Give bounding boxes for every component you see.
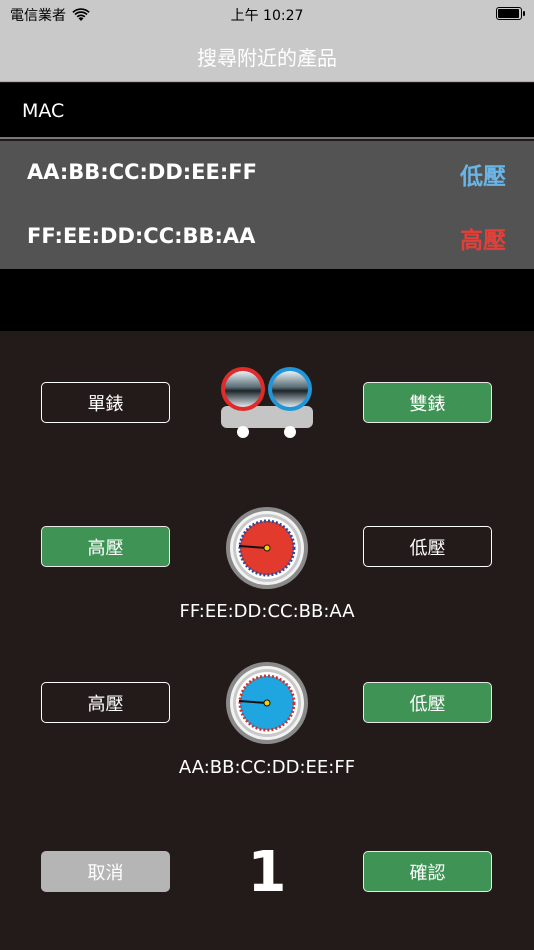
gauge-low-low-button[interactable]: 低壓 — [363, 682, 492, 723]
dual-meter-button[interactable]: 雙錶 — [363, 382, 492, 423]
page-title: 搜尋附近的產品 — [197, 46, 337, 70]
device-mac: FF:EE:DD:CC:BB:AA — [27, 224, 256, 248]
device-list[interactable]: AA:BB:CC:DD:EE:FF 低壓 FF:EE:DD:CC:BB:AA 高… — [0, 141, 534, 269]
single-meter-button[interactable]: 單錶 — [41, 382, 170, 423]
gauge-low-high-button[interactable]: 高壓 — [41, 682, 170, 723]
gauge-high-high-button[interactable]: 高壓 — [41, 526, 170, 567]
manifold-gauge-icon — [218, 362, 316, 446]
confirm-button[interactable]: 確認 — [363, 851, 492, 892]
device-mac: AA:BB:CC:DD:EE:FF — [27, 160, 257, 184]
navigation-bar: 搜尋附近的產品 — [0, 28, 534, 82]
battery-icon — [496, 7, 525, 20]
high-pressure-gauge-icon — [225, 506, 309, 594]
gauge-high-mac: FF:EE:DD:CC:BB:AA — [179, 601, 355, 622]
device-row[interactable]: FF:EE:DD:CC:BB:AA 高壓 — [0, 205, 534, 269]
low-pressure-gauge-icon — [225, 661, 309, 749]
gauge-low-mac: AA:BB:CC:DD:EE:FF — [178, 757, 356, 778]
list-header-label: MAC — [22, 100, 65, 122]
device-pressure-type: 高壓 — [460, 228, 506, 254]
device-pressure-type: 低壓 — [460, 164, 506, 190]
status-time: 上午 10:27 — [230, 8, 304, 24]
device-row[interactable]: AA:BB:CC:DD:EE:FF 低壓 — [0, 141, 534, 205]
status-bar: 電信業者 上午 10:27 — [0, 0, 534, 28]
gauge-high-low-button[interactable]: 低壓 — [363, 526, 492, 567]
list-spacer — [0, 269, 534, 331]
list-header: MAC — [0, 83, 534, 139]
battery-fill — [498, 9, 519, 18]
